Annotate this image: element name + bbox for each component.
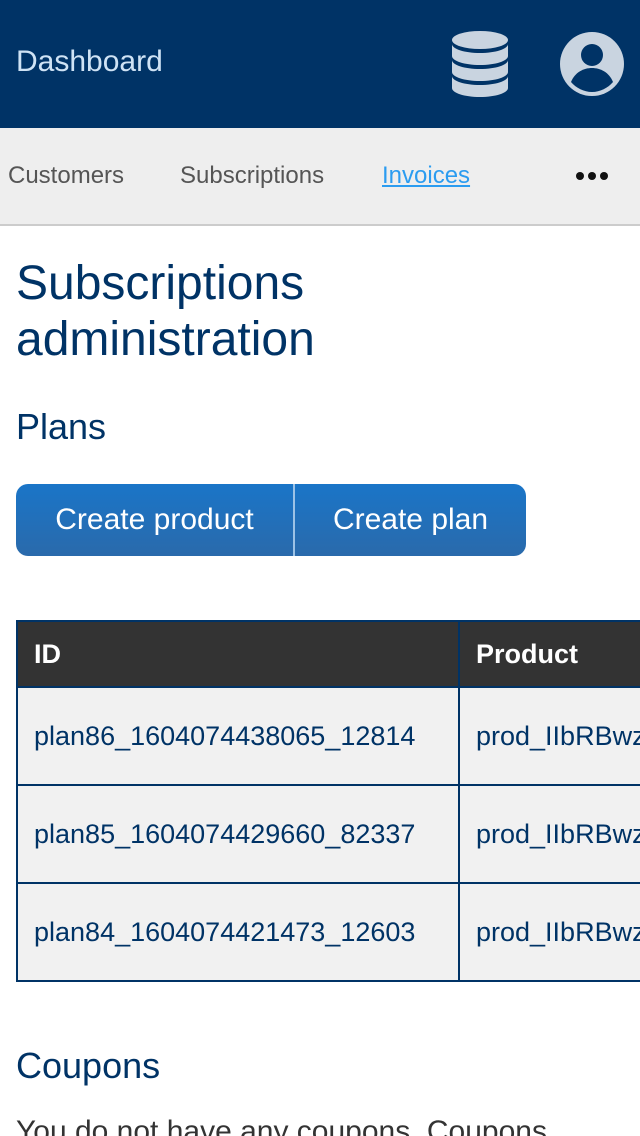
- coupons-heading: Coupons: [16, 1045, 161, 1086]
- more-horizontal-icon[interactable]: [574, 168, 610, 184]
- page-title: Subscriptions administration: [16, 257, 315, 366]
- database-icon[interactable]: [450, 30, 510, 98]
- plans-heading: Plans: [16, 406, 107, 447]
- tab-subscriptions[interactable]: Subscriptions: [180, 159, 324, 193]
- plan-product-cell[interactable]: prod_IIbRBwzOdJBS0d: [458, 686, 640, 786]
- secondary-nav: Customers Subscriptions Invoices: [0, 128, 640, 226]
- top-app-bar: Dashboard: [0, 0, 640, 128]
- coupons-empty-message: You do not have any coupons. Coupons: [16, 1115, 547, 1136]
- table-row[interactable]: plan86_1604074438065_12814 prod_IIbRBwzO…: [16, 686, 640, 786]
- plans-table: ID Product plan86_1604074438065_12814 pr…: [16, 620, 640, 982]
- plan-id-cell[interactable]: plan86_1604074438065_12814: [16, 686, 460, 786]
- plan-id-cell[interactable]: plan84_1604074421473_12603: [16, 882, 460, 982]
- column-header-product[interactable]: Product: [458, 620, 640, 688]
- create-plan-button[interactable]: Create plan: [295, 484, 526, 556]
- plan-product-cell[interactable]: prod_IIbRBwzOdJBS0d: [458, 784, 640, 884]
- account-circle-icon[interactable]: [558, 30, 626, 98]
- brand-title[interactable]: Dashboard: [16, 44, 163, 80]
- plan-id-cell[interactable]: plan85_1604074429660_82337: [16, 784, 460, 884]
- column-header-id[interactable]: ID: [16, 620, 460, 688]
- table-header-row: ID Product: [16, 620, 640, 688]
- tab-customers[interactable]: Customers: [8, 159, 124, 193]
- table-row[interactable]: plan84_1604074421473_12603 prod_IIbRBwzO…: [16, 882, 640, 982]
- table-row[interactable]: plan85_1604074429660_82337 prod_IIbRBwzO…: [16, 784, 640, 884]
- tab-invoices[interactable]: Invoices: [382, 159, 470, 193]
- plan-product-cell[interactable]: prod_IIbRBwzOdJBS0d: [458, 882, 640, 982]
- plans-table-container[interactable]: ID Product plan86_1604074438065_12814 pr…: [16, 620, 640, 982]
- create-product-button[interactable]: Create product: [16, 484, 295, 556]
- plan-actions: Create product Create plan: [16, 484, 526, 556]
